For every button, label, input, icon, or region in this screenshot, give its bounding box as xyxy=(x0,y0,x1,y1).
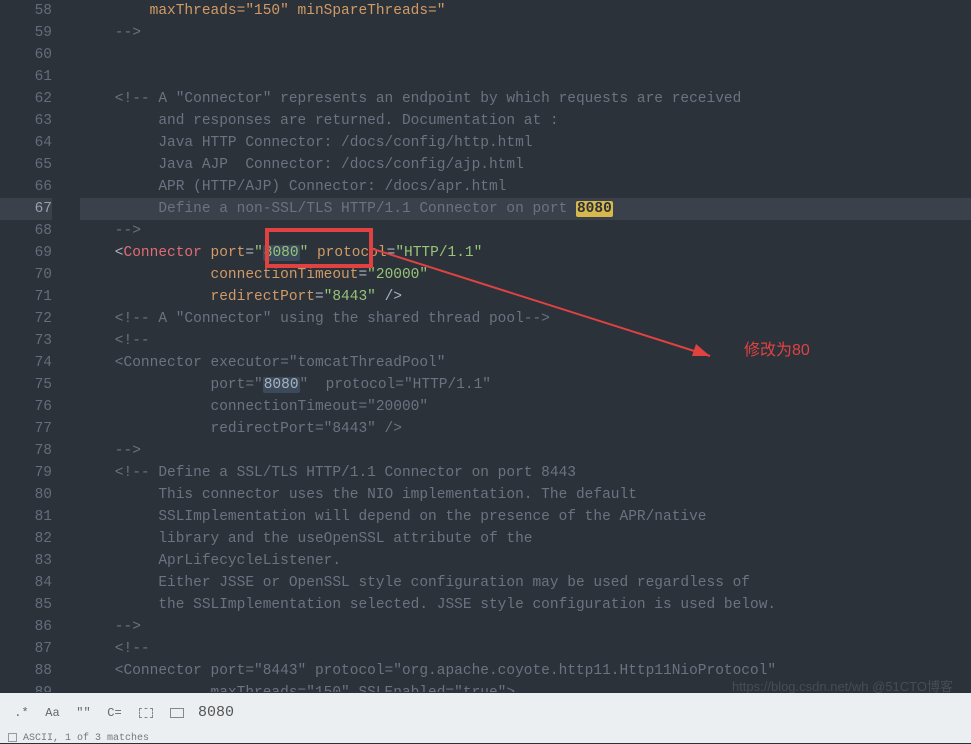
line-number: 70 xyxy=(0,264,52,286)
find-bar: .* Aa "" C= xyxy=(0,693,971,731)
line-number: 68 xyxy=(0,220,52,242)
code-line[interactable]: SSLImplementation will depend on the pre… xyxy=(80,506,971,528)
code-line[interactable]: Java AJP Connector: /docs/config/ajp.htm… xyxy=(80,154,971,176)
code-line[interactable]: --> xyxy=(80,440,971,462)
code-line[interactable]: This connector uses the NIO implementati… xyxy=(80,484,971,506)
code-line[interactable] xyxy=(80,66,971,88)
status-bar: ASCII, 1 of 3 matches xyxy=(0,731,971,743)
search-match: 8080 xyxy=(263,377,300,393)
line-number: 59 xyxy=(0,22,52,44)
line-number: 75 xyxy=(0,374,52,396)
line-number: 81 xyxy=(0,506,52,528)
code-line[interactable]: port="8080" protocol="HTTP/1.1" xyxy=(80,374,971,396)
line-number: 80 xyxy=(0,484,52,506)
line-number: 64 xyxy=(0,132,52,154)
line-number: 72 xyxy=(0,308,52,330)
line-number: 61 xyxy=(0,66,52,88)
code-line[interactable]: <!-- A "Connector" represents an endpoin… xyxy=(80,88,971,110)
status-checkbox[interactable] xyxy=(8,733,17,742)
code-line[interactable]: <Connector port="8080" protocol="HTTP/1.… xyxy=(80,242,971,264)
line-number: 62 xyxy=(0,88,52,110)
line-number: 63 xyxy=(0,110,52,132)
line-number: 78 xyxy=(0,440,52,462)
line-number: 69 xyxy=(0,242,52,264)
line-number: 79 xyxy=(0,462,52,484)
line-number: 60 xyxy=(0,44,52,66)
gutter: 5859606162636465666768697071727374757677… xyxy=(0,0,70,692)
search-match-current: 8080 xyxy=(576,201,613,217)
code-line[interactable]: AprLifecycleListener. xyxy=(80,550,971,572)
search-match: 8080 xyxy=(263,245,300,261)
code-line[interactable]: redirectPort="8443" /> xyxy=(80,286,971,308)
line-number: 85 xyxy=(0,594,52,616)
find-wrap-toggle[interactable]: C= xyxy=(101,700,128,726)
line-number: 89 xyxy=(0,682,52,692)
editor: 5859606162636465666768697071727374757677… xyxy=(0,0,971,692)
line-number: 65 xyxy=(0,154,52,176)
code-line[interactable]: the SSLImplementation selected. JSSE sty… xyxy=(80,594,971,616)
watermark: https://blog.csdn.net/wh @51CTO博客 xyxy=(732,676,953,695)
selection-icon xyxy=(139,708,153,718)
line-number: 66 xyxy=(0,176,52,198)
line-number: 74 xyxy=(0,352,52,374)
line-number: 84 xyxy=(0,572,52,594)
code-line[interactable]: <Connector executor="tomcatThreadPool" xyxy=(80,352,971,374)
line-number: 71 xyxy=(0,286,52,308)
code-line[interactable]: library and the useOpenSSL attribute of … xyxy=(80,528,971,550)
find-regex-toggle[interactable]: .* xyxy=(8,700,35,726)
code-line[interactable]: <!-- Define a SSL/TLS HTTP/1.1 Connector… xyxy=(80,462,971,484)
code-line[interactable]: --> xyxy=(80,220,971,242)
find-highlight-toggle[interactable] xyxy=(163,700,190,726)
highlight-icon xyxy=(170,708,184,718)
line-number: 58 xyxy=(0,0,52,22)
line-number: 77 xyxy=(0,418,52,440)
code-line[interactable]: connectionTimeout="20000" xyxy=(80,264,971,286)
line-number: 86 xyxy=(0,616,52,638)
find-case-toggle[interactable]: Aa xyxy=(39,700,66,726)
find-input-wrap xyxy=(198,699,971,727)
line-number: 88 xyxy=(0,660,52,682)
code-line[interactable]: Java HTTP Connector: /docs/config/http.h… xyxy=(80,132,971,154)
code-line[interactable]: connectionTimeout="20000" xyxy=(80,396,971,418)
code-line[interactable]: redirectPort="8443" /> xyxy=(80,418,971,440)
code-line[interactable]: --> xyxy=(80,616,971,638)
code-line[interactable]: APR (HTTP/AJP) Connector: /docs/apr.html xyxy=(80,176,971,198)
code-line[interactable]: Define a non-SSL/TLS HTTP/1.1 Connector … xyxy=(80,198,971,220)
find-wholeword-toggle[interactable]: "" xyxy=(70,700,97,726)
code-line[interactable] xyxy=(80,44,971,66)
code-line[interactable]: --> xyxy=(80,22,971,44)
code-line[interactable]: Either JSSE or OpenSSL style configurati… xyxy=(80,572,971,594)
status-text: ASCII, 1 of 3 matches xyxy=(23,733,149,744)
code-line[interactable]: and responses are returned. Documentatio… xyxy=(80,110,971,132)
line-number: 87 xyxy=(0,638,52,660)
find-inselection-toggle[interactable] xyxy=(132,700,159,726)
find-input[interactable] xyxy=(198,699,971,727)
line-number: 82 xyxy=(0,528,52,550)
code-line[interactable]: <!-- xyxy=(80,330,971,352)
line-number: 83 xyxy=(0,550,52,572)
annotation-text: 修改为80 xyxy=(744,336,810,360)
code-line[interactable]: maxThreads="150" minSpareThreads=" xyxy=(80,0,971,22)
code-line[interactable]: <!-- xyxy=(80,638,971,660)
line-number: 76 xyxy=(0,396,52,418)
line-number: 73 xyxy=(0,330,52,352)
code-line[interactable]: <!-- A "Connector" using the shared thre… xyxy=(80,308,971,330)
line-number: 67 xyxy=(0,198,52,220)
code-area[interactable]: 修改为80 maxThreads="150" minSpareThreads="… xyxy=(70,0,971,692)
